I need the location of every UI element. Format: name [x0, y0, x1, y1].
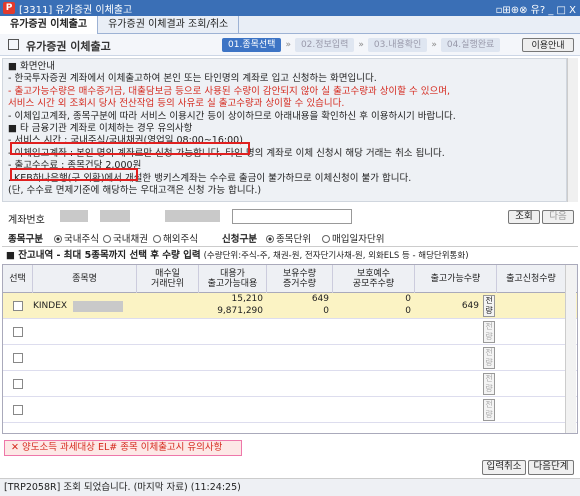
status-text: [TRP2058R] 조회 되었습니다. (마지막 자료) (11:24:25)	[4, 482, 241, 493]
item-name-masked	[73, 301, 123, 312]
step-arrow-icon: »	[285, 40, 291, 50]
price: 15,210	[231, 294, 264, 304]
section-title: ■ 잔고내역 - 최대 5종목까지 선택 후 수량 입력	[6, 250, 201, 261]
row-checkbox[interactable]	[13, 405, 23, 415]
col-buydate: 매수일 거래단위	[137, 265, 199, 293]
notice-line: (단, 수수료 면제기준에 해당하는 우대고객은 신청 가능 합니다.)	[8, 185, 262, 197]
radio-date-unit[interactable]: 매입일자단위	[322, 231, 384, 245]
balance-table: 선택 종목명 매수일 거래단위 대용가 출고가능대용 보유수량 증거수량 보호예…	[2, 264, 578, 434]
item-name: KINDEX	[33, 301, 68, 311]
step-indicator: 01.종목선택 » 02.정보입력 » 03.내용확인 » 04.실행완료	[222, 38, 501, 52]
table-row[interactable]: 전량	[3, 345, 577, 371]
account-number-masked[interactable]	[165, 210, 220, 222]
window-title: [3311] 유가증권 이체출고	[19, 4, 133, 16]
window-controls[interactable]: ▫⊞⊕⊗ 유? _ □ X	[496, 1, 576, 16]
table-row[interactable]: 전량	[3, 397, 577, 423]
protect-qty: 0	[405, 294, 411, 304]
radio-domestic-bond[interactable]: 국내채권	[103, 231, 148, 245]
radio-foreign-stock[interactable]: 해외주식	[153, 231, 198, 245]
col-name: 종목명	[33, 265, 137, 293]
radio-domestic-stock[interactable]: 국내주식	[54, 231, 99, 245]
notice-line: ■ 화면안내	[8, 61, 55, 72]
tax-notice-link[interactable]: ✕ 양도소득 과세대상 EL# 종목 이체출고시 유의사항	[4, 440, 242, 456]
notice-scrollbar[interactable]	[567, 58, 578, 202]
table-row[interactable]: 전량	[3, 319, 577, 345]
cancel-input-button[interactable]: 입력취소	[482, 460, 526, 475]
step-4: 04.실행완료	[440, 38, 501, 52]
section-note: (수량단위:주식-주, 채권-원, 전자단기사채-원, 외화ELS 등 - 해당…	[203, 251, 469, 261]
margin-qty: 0	[323, 306, 329, 316]
page-title: 유가증권 이체출고	[26, 40, 111, 53]
col-price: 대용가 출고가능대용	[199, 265, 267, 293]
col-protect: 보호예수 공모주수량	[333, 265, 415, 293]
step-arrow-icon: »	[431, 40, 437, 50]
document-icon	[8, 39, 19, 50]
step-arrow-icon: »	[358, 40, 364, 50]
account-number-masked[interactable]	[60, 210, 88, 222]
unit-label: 신청구분	[222, 234, 257, 245]
tab-transfer-out[interactable]: 유가증권 이체출고	[0, 16, 99, 34]
hold-qty: 649	[311, 294, 329, 304]
guide-button[interactable]: 이용안내	[522, 38, 574, 52]
full-qty-button[interactable]: 전량	[483, 295, 495, 317]
full-qty-button[interactable]: 전량	[483, 399, 495, 421]
next-step-button[interactable]: 다음단계	[528, 460, 574, 475]
sub-price: 9,871,290	[217, 306, 263, 316]
col-hold: 보유수량 증거수량	[267, 265, 333, 293]
notice-line: - 한국투자증권 계좌에서 이체출고하여 본인 또는 타인명의 계좌로 입고 신…	[8, 73, 377, 85]
full-qty-button[interactable]: 전량	[483, 321, 495, 343]
full-qty-button[interactable]: 전량	[483, 347, 495, 369]
col-avail: 출고가능수량	[415, 265, 497, 293]
step-3: 03.내용확인	[367, 38, 428, 52]
type-label: 종목구분	[8, 234, 43, 245]
password-field[interactable]	[232, 209, 352, 224]
table-row[interactable]: KINDEX 15,210 9,871,290 649 0 0 0 649 전량	[3, 293, 577, 319]
tab-bar: 유가증권 이체출고 유가증권 이체결과 조회/취소	[0, 16, 580, 34]
row-checkbox[interactable]	[13, 353, 23, 363]
table-row[interactable]: 전량	[3, 371, 577, 397]
row-checkbox[interactable]	[13, 379, 23, 389]
table-scrollbar[interactable]	[565, 265, 576, 433]
tab-transfer-result[interactable]: 유가증권 이체결과 조회/취소	[98, 16, 240, 34]
avail-qty: 649	[461, 301, 479, 311]
step-1: 01.종목선택	[222, 38, 282, 52]
filter-row: 종목구분 국내주식 국내채권 해외주식 신청구분 종목단위 매입일자단위	[0, 228, 580, 246]
col-select: 선택	[3, 265, 33, 293]
notice-line: 서비스 시간 외 조회시 당사 전산작업 등의 사유로 실 출고수량과 상이할 …	[8, 98, 345, 110]
account-number-masked[interactable]	[100, 210, 130, 222]
window-titlebar: P [3311] 유가증권 이체출고 ▫⊞⊕⊗ 유? _ □ X	[0, 0, 580, 16]
col-request: 출고신청수량	[506, 274, 556, 284]
table-header: 선택 종목명 매수일 거래단위 대용가 출고가능대용 보유수량 증거수량 보호예…	[3, 265, 577, 293]
app-icon: P	[3, 2, 15, 14]
row-checkbox[interactable]	[13, 327, 23, 337]
row-checkbox[interactable]	[13, 301, 23, 311]
radio-item-unit[interactable]: 종목단위	[266, 231, 311, 245]
account-label: 계좌번호	[8, 215, 45, 226]
full-qty-button[interactable]: 전량	[483, 373, 495, 395]
query-button[interactable]: 조회	[508, 210, 540, 224]
notice-line: ■ 타 금융기관 계좌로 이체하는 경우 유의사항	[8, 123, 193, 135]
status-bar: [TRP2058R] 조회 되었습니다. (마지막 자료) (11:24:25)	[0, 478, 580, 496]
notice-line: - 이체입고계좌, 종목구분에 따라 서비스 이용시간 등이 상이하므로 아래내…	[8, 110, 456, 122]
highlight-box	[10, 168, 138, 181]
section-header: ■ 잔고내역 - 최대 5종목까지 선택 후 수량 입력 (수량단위:주식-주,…	[2, 246, 578, 264]
highlight-box	[10, 142, 250, 155]
protect-qty-2: 0	[405, 306, 411, 316]
step-2: 02.정보입력	[294, 38, 355, 52]
notice-line: - 출고가능수량은 매수증거금, 대출담보금 등으로 사용된 수량이 감안되지 …	[8, 85, 451, 97]
next-button[interactable]: 다음	[542, 210, 574, 224]
